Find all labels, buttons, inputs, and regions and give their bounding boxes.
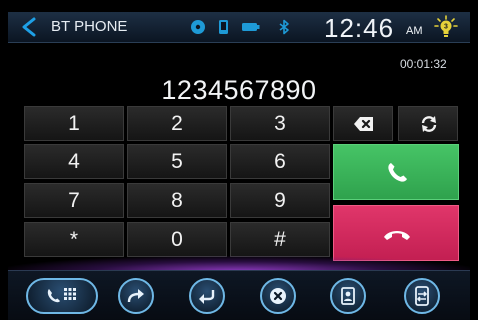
key-1[interactable]: 1 bbox=[24, 106, 124, 141]
close-button[interactable] bbox=[260, 278, 296, 314]
bottom-bar bbox=[8, 270, 470, 320]
key-6[interactable]: 6 bbox=[230, 144, 330, 179]
redial-button[interactable] bbox=[398, 106, 458, 141]
end-call-icon bbox=[384, 231, 410, 240]
contacts-icon bbox=[341, 287, 355, 305]
backspace-button[interactable] bbox=[333, 106, 393, 141]
close-icon bbox=[270, 288, 286, 304]
end-call-button[interactable] bbox=[333, 205, 459, 261]
clock-ampm: AM bbox=[406, 25, 423, 37]
svg-text:3: 3 bbox=[444, 24, 448, 31]
call-icon bbox=[388, 163, 407, 182]
brightness-icon[interactable]: 3 bbox=[434, 15, 458, 39]
battery-icon bbox=[242, 23, 260, 31]
return-icon bbox=[199, 290, 215, 304]
key-star[interactable]: * bbox=[24, 222, 124, 257]
key-hash[interactable]: # bbox=[230, 222, 330, 257]
screen: BT PHONE 12:46 AM 3 00:01:32 1234567890 … bbox=[8, 12, 470, 320]
key-0[interactable]: 0 bbox=[127, 222, 227, 257]
contacts-button[interactable] bbox=[330, 278, 366, 314]
call-button[interactable] bbox=[333, 144, 459, 200]
phone-device-icon bbox=[219, 20, 228, 34]
top-bar: BT PHONE 12:46 AM 3 bbox=[8, 12, 470, 43]
key-9[interactable]: 9 bbox=[230, 183, 330, 218]
redial-icon bbox=[421, 116, 437, 132]
dialpad-button[interactable] bbox=[26, 278, 98, 314]
clock-time: 12:46 bbox=[324, 13, 395, 43]
back-arrow-icon[interactable] bbox=[18, 16, 40, 38]
media-disc-icon bbox=[191, 20, 205, 34]
backspace-icon bbox=[354, 117, 373, 131]
phone-transfer-button[interactable] bbox=[404, 278, 440, 314]
phone-transfer-icon bbox=[415, 286, 429, 306]
call-timer: 00:01:32 bbox=[400, 57, 447, 71]
forward-button[interactable] bbox=[118, 278, 154, 314]
key-4[interactable]: 4 bbox=[24, 144, 124, 179]
return-button[interactable] bbox=[189, 278, 225, 314]
key-8[interactable]: 8 bbox=[127, 183, 227, 218]
dialpad-icon bbox=[47, 288, 76, 303]
key-5[interactable]: 5 bbox=[127, 144, 227, 179]
forward-icon bbox=[127, 289, 144, 303]
page-title: BT PHONE bbox=[51, 18, 128, 35]
bluetooth-icon bbox=[279, 19, 289, 35]
key-3[interactable]: 3 bbox=[230, 106, 330, 141]
key-2[interactable]: 2 bbox=[127, 106, 227, 141]
dialed-number: 1234567890 bbox=[161, 75, 317, 105]
key-7[interactable]: 7 bbox=[24, 183, 124, 218]
